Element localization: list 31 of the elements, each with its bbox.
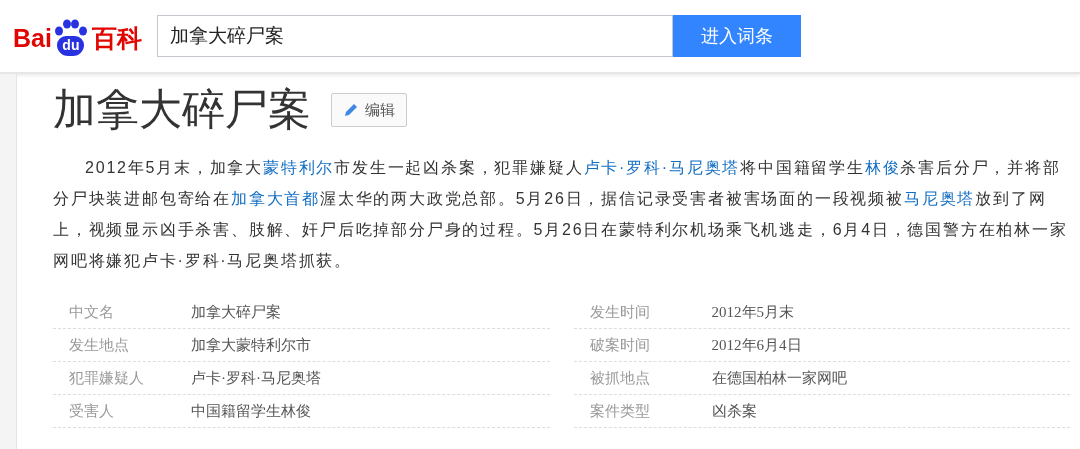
info-label: 犯罪嫌疑人 xyxy=(68,368,145,388)
pencil-icon xyxy=(343,102,359,118)
summary-paragraph: 2012年5月末，加拿大蒙特利尔市发生一起凶杀案，犯罪嫌疑人 卢卡·罗科·马尼奥塔将中国籍留学生林俊杀害后分尸，并将部分尸块装进邮包寄给在加拿大首都渥太华的两大政党总部。5月26日，据信记录受害者被害场面的一段视频被马尼奥塔放到了网上，视频显示凶手杀害、肢解、奸尸后吃掉部分尸身的过程。5月26日在蒙特利尔机场乘飞机逃走，6月4日，德国警方在柏林一家网吧将嫌犯卢卡·罗科·马尼奥塔抓获。 xyxy=(53,158,1069,271)
logo-text: 百科 xyxy=(91,23,142,53)
info-value: 加拿大蒙特利尔市 xyxy=(191,335,311,355)
info-label: 发生地点 xyxy=(68,335,130,355)
info-label: 发生时间 xyxy=(588,302,651,322)
text-link[interactable]: 马尼奥塔 xyxy=(903,190,976,207)
search-button[interactable]: 进入词条 xyxy=(673,15,801,57)
entry-title: 加拿大碎尸案 xyxy=(53,84,311,135)
info-label: 中文名 xyxy=(68,302,115,322)
info-value: 卢卡·罗科·马尼奥塔 xyxy=(191,368,321,388)
info-value: 2012年5月末 xyxy=(711,302,794,322)
info-value: 中国籍留学生林俊 xyxy=(191,401,311,421)
text-link[interactable]: 林俊 xyxy=(864,159,901,176)
info-value: 在德国柏林一家网吧 xyxy=(711,368,847,388)
info-label: 破案时间 xyxy=(588,335,651,355)
info-value: 凶杀案 xyxy=(711,401,757,421)
search-field[interactable]: 加拿大碎尸案 xyxy=(157,15,673,57)
logo-text: du xyxy=(57,36,85,56)
info-label: 案件类型 xyxy=(588,401,651,421)
edit-button[interactable]: 编辑 xyxy=(331,93,407,127)
text-link[interactable]: 蒙特利尔 xyxy=(263,159,335,176)
info-value: 2012年6月4日 xyxy=(711,335,802,355)
text-link[interactable]: 加拿大首都 xyxy=(231,190,320,207)
logo-text: Bai xyxy=(13,23,52,53)
info-label: 受害人 xyxy=(68,401,115,421)
text-link[interactable]: 卢卡·罗科·马尼奥塔 xyxy=(583,159,741,176)
info-label: 被抓地点 xyxy=(588,368,651,388)
paw-toes-icon xyxy=(52,19,89,36)
info-value: 加拿大碎尸案 xyxy=(191,302,281,322)
